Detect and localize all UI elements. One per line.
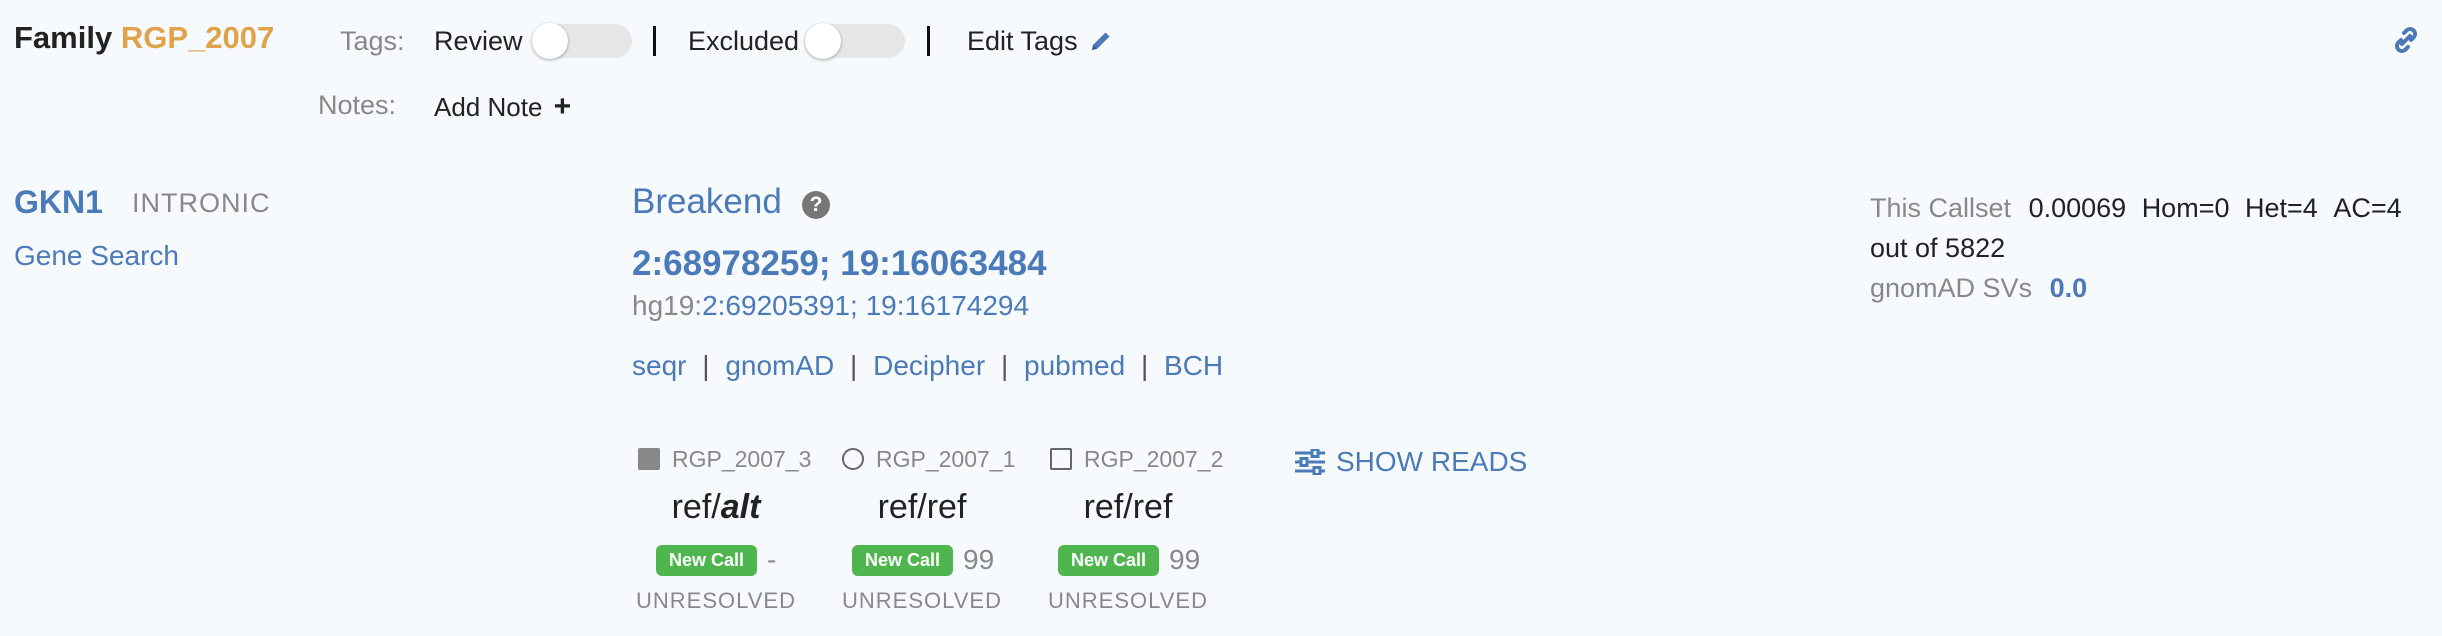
sample-id: RGP_2007_1	[876, 446, 1016, 472]
callset-het: Het=4	[2245, 193, 2318, 223]
callset-frequency: This Callset 0.00069 Hom=0 Het=4 AC=4	[1870, 188, 2420, 228]
hg19-label: hg19:	[632, 290, 703, 321]
family-title: Family RGP_2007	[14, 20, 274, 56]
sample-id: RGP_2007_3	[672, 446, 812, 472]
gene-consequence: INTRONIC	[132, 188, 271, 218]
hg19-positions: hg19:2:69205391; 19:16174294	[632, 290, 1029, 322]
genotype-ref: ref/	[671, 488, 721, 526]
sample-status: UNRESOLVED	[636, 588, 796, 613]
unaffected-square-icon	[1050, 448, 1072, 470]
link-divider: |	[850, 350, 858, 381]
add-note-link[interactable]: Add Note +	[434, 90, 571, 124]
affected-square-icon	[638, 448, 660, 470]
seqr-link[interactable]: seqr	[632, 350, 686, 381]
excluded-tag-label: Excluded	[688, 26, 800, 56]
link-divider: |	[1000, 350, 1009, 381]
hg19-separator: ;	[850, 290, 866, 321]
review-tag-label: Review	[434, 26, 523, 56]
frequency-stats: This Callset 0.00069 Hom=0 Het=4 AC=4 ou…	[1870, 188, 2420, 308]
notes-label: Notes:	[318, 90, 397, 120]
bch-link[interactable]: BCH	[1164, 350, 1223, 381]
show-reads-label: SHOW READS	[1336, 446, 1528, 477]
sample-header: RGP_2007_3	[638, 446, 811, 473]
sample-header: RGP_2007_1	[842, 446, 1015, 473]
decipher-link[interactable]: Decipher	[873, 350, 985, 381]
callset-total: out of 5822	[1870, 233, 2006, 263]
excluded-toggle[interactable]	[805, 23, 905, 59]
pencil-icon	[1092, 32, 1110, 50]
hg19-position-1: 2:69205391	[702, 290, 851, 321]
callset-hom: Hom=0	[2141, 193, 2230, 223]
sample-gq: -	[767, 544, 777, 575]
tag-divider	[927, 26, 930, 56]
callset-ac: AC=4	[2333, 193, 2402, 223]
unaffected-circle-icon	[842, 448, 864, 470]
sample-call-row: New Call 99	[852, 544, 994, 576]
help-icon[interactable]: ?	[802, 191, 830, 219]
gene-symbol-link[interactable]: GKN1	[14, 184, 103, 221]
gnomad-frequency: gnomAD SVs 0.0	[1870, 268, 2420, 308]
sample-call-row: New Call -	[656, 544, 776, 576]
family-label: Family	[14, 20, 113, 55]
external-links: seqr | gnomAD | Decipher | pubmed | BCH	[632, 350, 1223, 382]
gene-search-link[interactable]: Gene Search	[14, 240, 179, 272]
variant-positions: 2:68978259; 19:16063484	[632, 244, 1047, 284]
sample-genotype: ref/ref	[1083, 488, 1173, 526]
edit-tags-label: Edit Tags	[967, 26, 1078, 56]
gnomad-label: gnomAD SVs	[1870, 273, 2033, 303]
new-call-badge: New Call	[656, 544, 758, 576]
sample-gq: 99	[963, 544, 995, 575]
edit-tags-link[interactable]: Edit Tags	[967, 26, 1113, 57]
position-separator: ;	[818, 244, 841, 283]
pubmed-link[interactable]: pubmed	[1024, 350, 1125, 381]
gnomad-value: 0.0	[2049, 273, 2088, 303]
tag-divider	[653, 26, 656, 56]
sample-call-row: New Call 99	[1058, 544, 1200, 576]
family-id-link[interactable]: RGP_2007	[121, 20, 274, 55]
variant-type: Breakend	[632, 182, 782, 221]
sample-gq: 99	[1169, 544, 1201, 575]
show-reads-button[interactable]: SHOW READS	[1294, 446, 1527, 478]
gnomad-link[interactable]: gnomAD	[725, 350, 834, 381]
add-note-label: Add Note	[434, 92, 543, 122]
hg19-position-2: 19:16174294	[865, 290, 1030, 321]
variant-position-1[interactable]: 2:68978259	[632, 244, 819, 283]
sample-genotype: ref/alt	[616, 488, 816, 527]
sample-header: RGP_2007_2	[1050, 446, 1223, 473]
callset-af: 0.00069	[2028, 193, 2127, 223]
review-toggle[interactable]	[532, 23, 632, 59]
excluded-toggle-knob	[805, 23, 841, 59]
tags-label: Tags:	[340, 26, 405, 56]
plus-icon: +	[553, 90, 572, 123]
review-toggle-knob	[532, 23, 568, 59]
sample-genotype: ref/ref	[877, 488, 967, 526]
sample-status: UNRESOLVED	[1048, 588, 1208, 613]
permalink-icon[interactable]	[2390, 24, 2422, 56]
link-divider: |	[1140, 350, 1149, 381]
link-divider: |	[702, 350, 710, 381]
sample-status: UNRESOLVED	[842, 588, 1002, 613]
new-call-badge: New Call	[1058, 544, 1160, 576]
sliders-icon	[1295, 448, 1325, 476]
genotype-alt: alt	[720, 488, 761, 526]
sample-id: RGP_2007_2	[1084, 446, 1224, 472]
new-call-badge: New Call	[852, 544, 954, 576]
callset-label: This Callset	[1870, 193, 2012, 223]
variant-position-2[interactable]: 19:16063484	[840, 244, 1046, 283]
